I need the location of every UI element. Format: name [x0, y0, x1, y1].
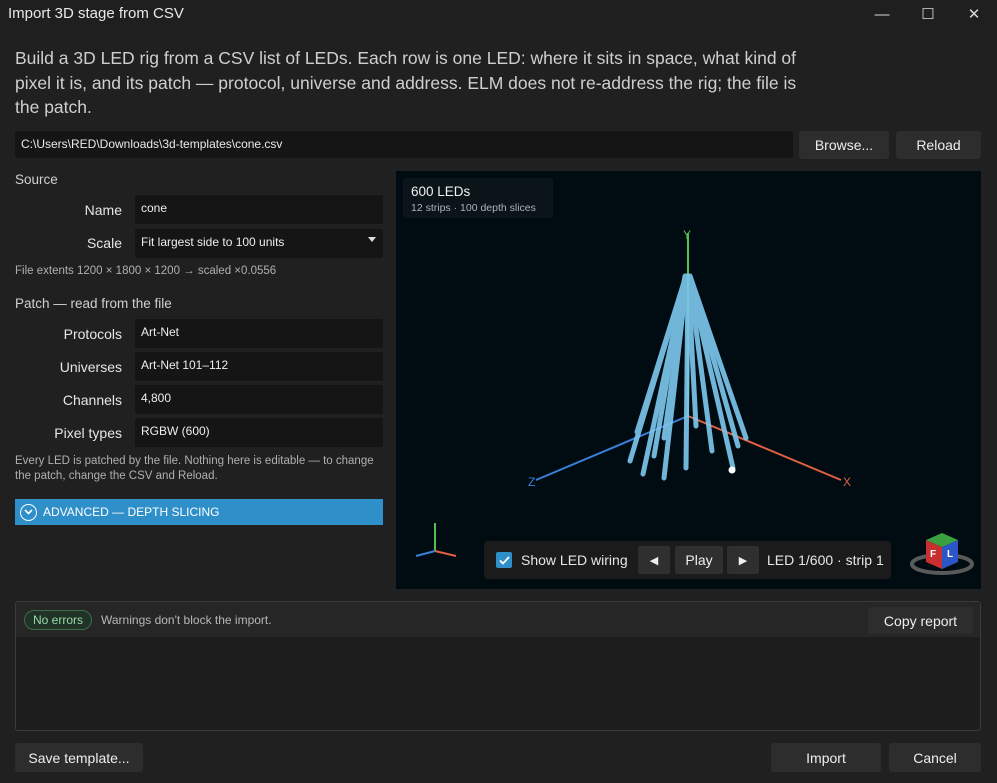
close-button[interactable]: ✕ — [951, 0, 997, 28]
prev-led-button[interactable]: ◀ — [638, 546, 670, 574]
x-axis-label: X — [843, 475, 851, 489]
status-badge: No errors — [24, 610, 93, 630]
patch-heading: Patch — read from the file — [15, 296, 172, 311]
universes-field: Art-Net 101–112 — [135, 352, 383, 381]
channels-label: Channels — [62, 392, 122, 408]
z-axis-label: Z — [528, 475, 535, 489]
reload-button[interactable]: Reload — [896, 131, 981, 159]
play-button[interactable]: Play — [675, 546, 723, 574]
source-heading: Source — [15, 172, 58, 187]
name-input[interactable]: cone — [135, 195, 383, 224]
show-wiring-label: Show LED wiring — [521, 552, 628, 568]
check-icon — [498, 555, 510, 565]
next-led-button[interactable]: ▶ — [727, 546, 759, 574]
pixel-types-label: Pixel types — [54, 425, 122, 441]
led-detail: 12 strips · 100 depth slices — [411, 202, 536, 214]
show-wiring-checkbox[interactable] — [496, 552, 512, 568]
pixel-types-field: RGBW (600) — [135, 418, 383, 447]
minimize-button[interactable]: — — [859, 0, 905, 28]
advanced-label: ADVANCED — DEPTH SLICING — [43, 505, 220, 519]
browse-button[interactable]: Browse... — [799, 131, 889, 159]
led-count: 600 LEDs — [411, 184, 471, 199]
cancel-button[interactable]: Cancel — [889, 743, 981, 772]
maximize-button[interactable]: ☐ — [905, 0, 951, 28]
name-label: Name — [84, 202, 122, 218]
scale-select-value: Fit largest side to 100 units — [141, 235, 285, 249]
patch-note: Every LED is patched by the file. Nothin… — [15, 455, 374, 482]
viewport-scene: X Z Y F L — [415, 228, 974, 575]
view-cube-icon: F L — [910, 533, 974, 575]
intro-text: Build a 3D LED rig from a CSV list of LE… — [15, 48, 797, 117]
scale-label: Scale — [86, 235, 122, 251]
chevron-down-icon — [368, 237, 376, 242]
axis-gizmo-icon — [415, 523, 457, 557]
current-led-marker — [728, 466, 736, 474]
file-extents-text: File extents 1200 × 1800 × 1200 → scaled… — [15, 265, 277, 277]
protocols-label: Protocols — [63, 326, 122, 342]
y-axis-label: Y — [683, 228, 691, 242]
led-status: LED 1/600 · strip 1 — [767, 552, 884, 568]
log-message: Warnings don't block the import. — [101, 613, 272, 627]
protocols-field: Art-Net — [135, 319, 383, 348]
cube-face-l: L — [947, 549, 953, 560]
chevron-down-circle-icon — [20, 503, 37, 521]
import-button[interactable]: Import — [771, 743, 881, 772]
cube-face-f: F — [930, 549, 936, 560]
file-path-input[interactable]: C:\Users\RED\Downloads\3d-templates\cone… — [15, 131, 793, 158]
3d-viewport[interactable]: X Z Y F L — [396, 171, 981, 589]
led-strips — [627, 273, 749, 481]
window-title: Import 3D stage from CSV — [8, 5, 184, 22]
channels-field: 4,800 — [135, 385, 383, 414]
universes-label: Universes — [59, 359, 122, 375]
copy-report-button[interactable]: Copy report — [868, 607, 973, 634]
advanced-depth-slicing-expander[interactable]: ADVANCED — DEPTH SLICING — [15, 499, 383, 525]
save-template-button[interactable]: Save template... — [15, 743, 143, 772]
scale-select[interactable]: Fit largest side to 100 units — [135, 229, 383, 258]
